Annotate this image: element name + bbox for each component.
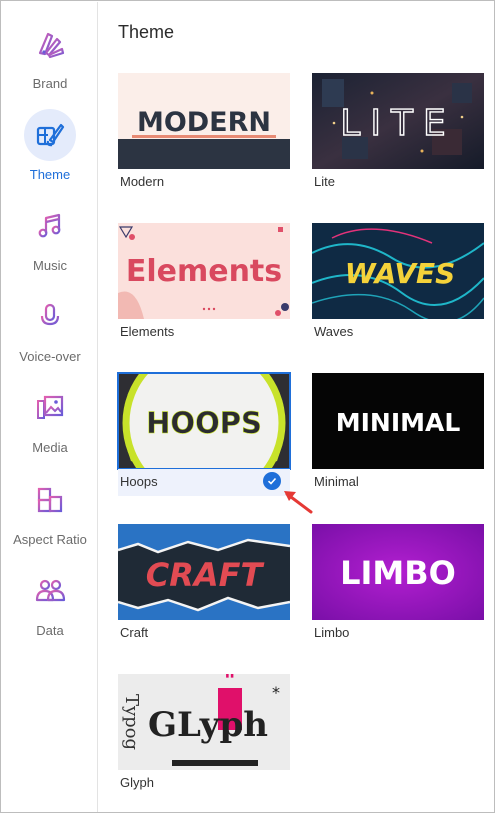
sidebar-item-label: Theme — [29, 167, 71, 182]
theme-card-label: Elements — [120, 324, 175, 339]
theme-card-glyph[interactable]: Typog GLyph " * Glyph — [118, 674, 290, 792]
theme-card-label: Craft — [120, 625, 149, 640]
sidebar-item-label: Brand — [32, 76, 68, 91]
thumb-text: WAVES — [345, 257, 456, 290]
theme-thumbnail: MINIMAL — [312, 373, 484, 469]
sidebar-item-brand[interactable]: Brand — [2, 18, 98, 104]
selected-label-bar: Hoops — [118, 469, 290, 496]
brand-palette-icon — [24, 18, 76, 70]
thumb-text: Elements — [126, 254, 282, 289]
annotation-arrow-icon — [284, 491, 313, 514]
thumb-text: LITE — [340, 103, 455, 144]
sidebar-item-label: Voice-over — [19, 349, 81, 364]
theme-card-limbo[interactable]: LIMBO Limbo — [312, 524, 484, 642]
theme-thumbnail: WAVES — [312, 223, 484, 319]
data-users-icon — [24, 565, 76, 617]
theme-thumbnail: CRAFT — [118, 524, 290, 620]
thumb-text: MINIMAL — [336, 408, 461, 437]
theme-card-label: Lite — [314, 174, 335, 189]
sidebar-item-label: Aspect Ratio — [13, 532, 87, 547]
theme-card-elements[interactable]: Elements Elements — [118, 223, 290, 341]
theme-brush-icon — [24, 109, 76, 161]
theme-thumbnail: MODERN — [118, 73, 290, 169]
theme-card-label: Waves — [314, 324, 354, 339]
app-frame: Brand Theme Music Voice-over Media Aspec… — [0, 0, 495, 813]
theme-thumbnail: LIMBO — [312, 524, 484, 620]
theme-card-modern[interactable]: MODERN Modern — [118, 73, 290, 191]
theme-card-label: Modern — [120, 174, 165, 189]
sidebar-item-media[interactable]: Media — [2, 382, 98, 468]
theme-panel: Theme MODERN Modern LITE Lite Elements E… — [99, 2, 494, 812]
thumb-text: MODERN — [137, 107, 271, 138]
sidebar-item-label: Media — [32, 440, 68, 455]
thumb-text: GLyph — [148, 705, 268, 745]
sidebar-item-label: Data — [36, 623, 64, 638]
theme-card-label: Minimal — [314, 474, 359, 489]
theme-card-waves[interactable]: WAVES Waves — [312, 223, 484, 341]
theme-thumbnail: LITE — [312, 73, 484, 169]
sidebar-item-voice-over[interactable]: Voice-over — [2, 291, 98, 377]
sidebar-item-aspect-ratio[interactable]: Aspect Ratio — [2, 474, 98, 560]
theme-card-hoops[interactable]: HOOPS Hoops — [117, 372, 291, 496]
sidebar-item-theme[interactable]: Theme — [2, 109, 98, 195]
music-note-icon — [24, 200, 76, 252]
thumb-text: CRAFT — [146, 556, 265, 594]
theme-card-label: Glyph — [120, 775, 154, 790]
theme-thumbnail: Elements — [118, 223, 290, 319]
media-images-icon — [24, 382, 76, 434]
theme-thumbnail: Typog GLyph " * — [118, 674, 290, 770]
microphone-icon — [24, 291, 76, 343]
sidebar-item-label: Music — [33, 258, 67, 273]
thumb-text: HOOPS — [146, 406, 262, 440]
svg-text:*: * — [272, 683, 280, 702]
svg-text:": " — [224, 674, 235, 694]
theme-card-label: Limbo — [314, 625, 350, 640]
sidebar-item-data[interactable]: Data — [2, 565, 98, 651]
selected-check-icon — [263, 472, 281, 490]
thumb-text: LIMBO — [340, 554, 456, 592]
sidebar-item-music[interactable]: Music — [2, 200, 98, 286]
aspect-ratio-icon — [24, 474, 76, 526]
theme-thumbnail: HOOPS — [117, 372, 291, 470]
theme-card-minimal[interactable]: MINIMAL Minimal — [312, 373, 484, 491]
page-title: Theme — [118, 22, 175, 42]
theme-card-lite[interactable]: LITE Lite — [312, 73, 484, 191]
svg-text:Typog: Typog — [121, 694, 142, 750]
sidebar: Brand Theme Music Voice-over Media Aspec… — [2, 2, 98, 812]
theme-card-craft[interactable]: CRAFT Craft — [118, 524, 290, 642]
